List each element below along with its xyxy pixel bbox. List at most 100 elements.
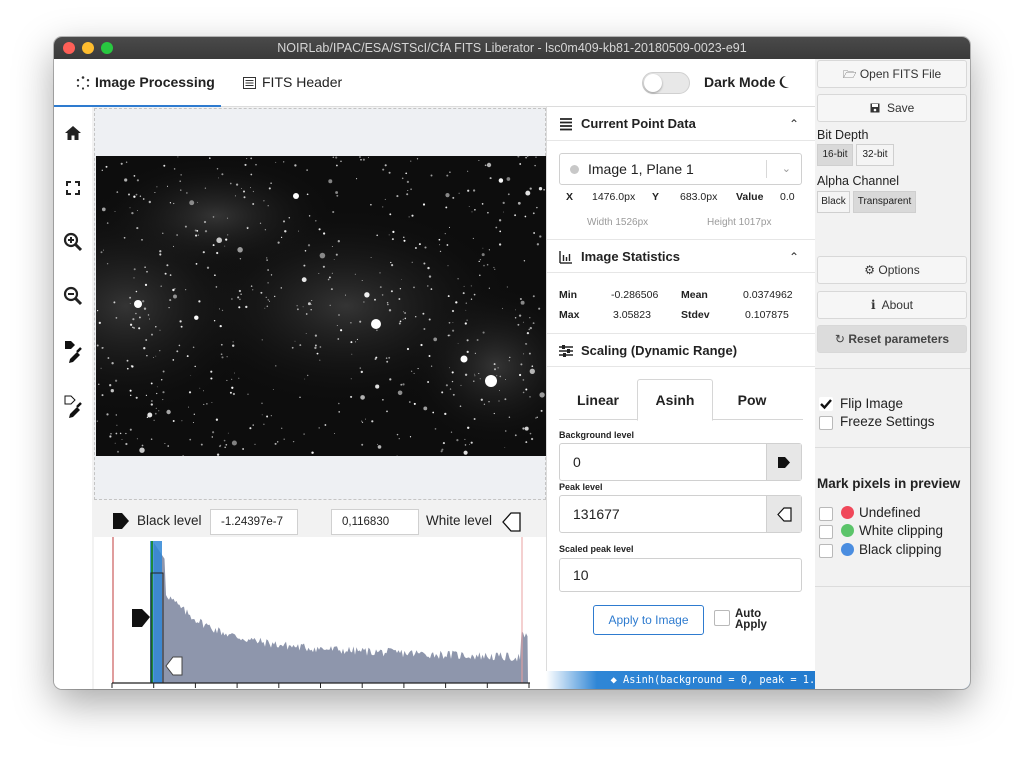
zoom-out-icon[interactable] <box>63 286 83 306</box>
scaled-peak-field[interactable]: 10 <box>559 558 802 592</box>
minimize-window-button[interactable] <box>82 42 94 54</box>
value-label: Value <box>736 191 764 203</box>
mark-undefined-checkbox[interactable] <box>819 507 833 521</box>
chevron-up-icon[interactable]: ⌃ <box>789 240 799 274</box>
apply-to-image-button[interactable]: Apply to Image <box>593 605 704 635</box>
star <box>438 238 441 241</box>
star <box>388 356 391 359</box>
star <box>240 293 242 295</box>
statistics-header[interactable]: Image Statistics ⌃ <box>547 239 815 273</box>
black-level-picker-icon[interactable] <box>63 339 83 365</box>
star <box>389 213 392 216</box>
star <box>460 384 462 386</box>
white-level-input[interactable]: 0,116830 <box>331 509 419 535</box>
star <box>168 306 170 309</box>
tag-icon: ◆ <box>610 674 617 686</box>
star <box>173 168 176 170</box>
mark-black-clipping-checkbox[interactable] <box>819 544 833 558</box>
star <box>224 245 226 247</box>
star <box>493 412 495 415</box>
open-fits-file-button[interactable]: 🗁 Open FITS File <box>817 60 967 88</box>
peak-level-field[interactable]: 131677 <box>559 495 802 533</box>
about-button[interactable]: i About <box>817 291 967 319</box>
star <box>479 378 481 380</box>
star <box>354 273 356 275</box>
alpha-transparent[interactable]: Transparent <box>853 191 916 213</box>
star-field <box>96 156 546 456</box>
white-level-picker-icon[interactable] <box>63 394 83 420</box>
star <box>506 177 511 181</box>
background-picker-button[interactable] <box>766 444 801 480</box>
star <box>484 164 487 167</box>
star <box>397 390 403 396</box>
star <box>303 433 305 435</box>
home-icon[interactable] <box>63 123 83 143</box>
point-data-header[interactable]: Current Point Data ⌃ <box>547 107 815 141</box>
alpha-black[interactable]: Black <box>817 191 850 213</box>
peak-picker-button[interactable] <box>766 496 801 532</box>
star <box>345 294 346 296</box>
star <box>169 299 172 302</box>
star <box>131 211 134 215</box>
star <box>231 298 233 300</box>
freeze-settings-label: Freeze Settings <box>840 414 935 429</box>
star <box>529 432 532 435</box>
star <box>498 178 504 183</box>
histogram[interactable] <box>94 537 546 689</box>
toggle-knob <box>644 74 662 92</box>
tab-pow[interactable]: Pow <box>713 380 791 420</box>
star <box>252 203 255 205</box>
star <box>100 251 103 254</box>
star <box>229 391 232 394</box>
zoom-in-icon[interactable] <box>63 232 83 252</box>
star <box>283 161 285 163</box>
star <box>249 427 252 430</box>
star <box>204 230 208 233</box>
fits-preview-image[interactable] <box>96 156 546 456</box>
star <box>319 359 321 361</box>
dark-mode-toggle[interactable] <box>642 72 690 94</box>
star <box>192 422 194 423</box>
bit-depth-16[interactable]: 16-bit <box>817 144 853 166</box>
star <box>136 438 138 440</box>
star <box>377 445 382 449</box>
star <box>514 316 517 319</box>
black-level-handle[interactable] <box>132 609 150 627</box>
star <box>280 287 283 289</box>
auto-apply-checkbox[interactable] <box>714 610 730 626</box>
mark-white-clipping-checkbox[interactable] <box>819 525 833 539</box>
background-level-field[interactable]: 0 <box>559 443 802 481</box>
close-window-button[interactable] <box>63 42 75 54</box>
star <box>144 266 146 268</box>
star <box>470 298 473 300</box>
star <box>379 272 381 274</box>
star <box>132 318 135 321</box>
star <box>361 420 363 422</box>
star <box>142 198 145 200</box>
star <box>261 414 263 416</box>
save-button[interactable]: Save <box>817 94 967 122</box>
star <box>164 443 166 444</box>
star <box>376 234 379 237</box>
options-button[interactable]: ⚙ Options <box>817 256 967 284</box>
flip-image-checkbox[interactable] <box>819 397 833 411</box>
tab-linear[interactable]: Linear <box>559 380 637 420</box>
chevron-up-icon[interactable]: ⌃ <box>789 107 799 141</box>
tab-image-processing[interactable]: Image Processing <box>54 59 221 107</box>
chevron-down-icon[interactable]: ⌄ <box>782 154 791 184</box>
tab-fits-header[interactable]: FITS Header <box>221 59 361 107</box>
zoom-window-button[interactable] <box>101 42 113 54</box>
reset-parameters-button[interactable]: ↻ Reset parameters <box>817 325 967 353</box>
tab-asinh[interactable]: Asinh <box>637 379 713 421</box>
black-level-input[interactable]: -1.24397e-7 <box>210 509 298 535</box>
fit-to-screen-icon[interactable] <box>63 178 83 198</box>
star <box>445 193 450 198</box>
star <box>338 411 341 413</box>
star <box>479 274 481 277</box>
plane-selector[interactable]: Image 1, Plane 1 ⌄ <box>559 153 802 185</box>
star <box>220 343 223 346</box>
star <box>270 274 273 276</box>
bit-depth-32[interactable]: 32-bit <box>856 144 894 166</box>
image-preview-area[interactable] <box>94 108 546 500</box>
freeze-settings-checkbox[interactable] <box>819 416 833 430</box>
